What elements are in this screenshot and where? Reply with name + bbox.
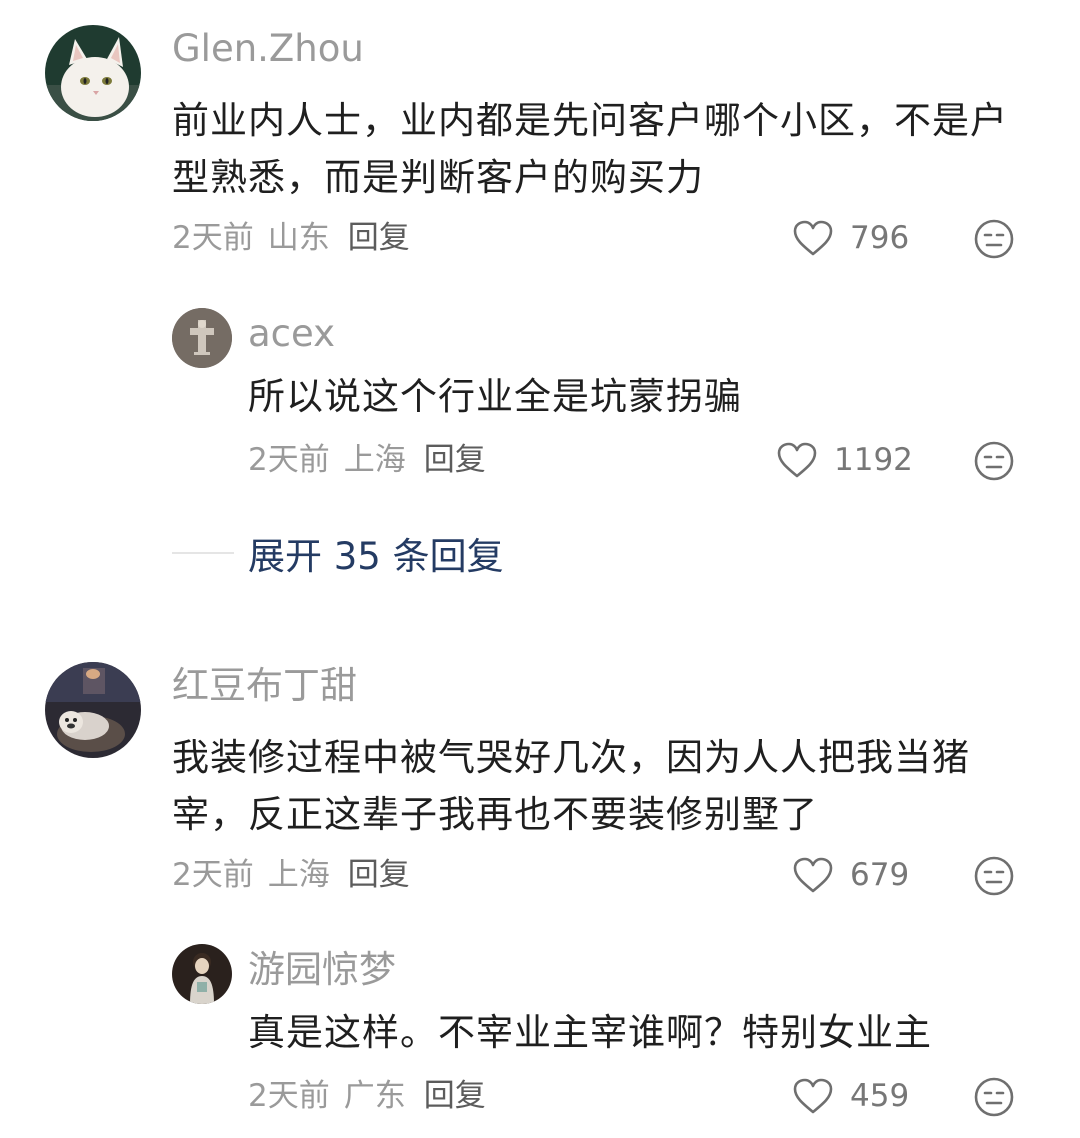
comment-text: 前业内人士，业内都是先问客户哪个小区，不是户型熟悉，而是判断客户的购买力 <box>172 99 1008 199</box>
reply-location: 广东 <box>343 1078 406 1114</box>
comment-username[interactable]: 红豆布丁甜 <box>172 664 357 708</box>
reply-meta: 2天前 上海 回复 <box>248 440 500 480</box>
comment-location: 上海 <box>267 857 330 893</box>
neutral-face-icon[interactable] <box>973 218 1015 264</box>
neutral-face-icon[interactable] <box>973 440 1015 486</box>
comment-text: 我装修过程中被气哭好几次，因为人人把我当猪宰，反正这辈子我再也不要装修别墅了 <box>172 736 970 836</box>
reply-username[interactable]: acex <box>248 312 335 356</box>
avatar[interactable] <box>172 308 232 368</box>
like-button[interactable]: 679 <box>792 853 909 897</box>
comment-time: 2天前 <box>172 857 254 893</box>
expand-replies-button[interactable]: 展开 35 条回复 <box>172 530 504 578</box>
expand-replies-label: 展开 35 条回复 <box>248 535 504 578</box>
heart-outline-icon <box>793 220 833 256</box>
like-count: 679 <box>850 857 910 893</box>
heart-outline-icon <box>793 857 833 893</box>
avatar[interactable] <box>45 25 141 121</box>
comment-location: 山东 <box>267 220 330 256</box>
comment-meta: 2天前 上海 回复 <box>172 855 424 895</box>
reply-username[interactable]: 游园惊梦 <box>248 948 396 992</box>
heart-outline-icon <box>793 1078 833 1114</box>
reply-button[interactable]: 回复 <box>424 1078 486 1114</box>
comment-username[interactable]: Glen.Zhou <box>172 27 364 71</box>
divider <box>172 552 234 554</box>
like-count: 1192 <box>834 442 913 478</box>
comment-time: 2天前 <box>172 220 254 256</box>
avatar[interactable] <box>45 662 141 758</box>
like-count: 796 <box>850 220 910 256</box>
like-count: 459 <box>850 1078 910 1114</box>
reply-meta: 2天前 广东 回复 <box>248 1076 500 1116</box>
neutral-face-icon[interactable] <box>973 1076 1015 1122</box>
comment-meta: 2天前 山东 回复 <box>172 218 424 258</box>
like-button[interactable]: 1192 <box>776 438 913 482</box>
avatar[interactable] <box>172 944 232 1004</box>
reply-button[interactable]: 回复 <box>348 220 410 256</box>
reply-text: 真是这样。不宰业主宰谁啊？特别女业主 <box>248 1011 932 1054</box>
heart-outline-icon <box>777 442 817 478</box>
reply-button[interactable]: 回复 <box>348 857 410 893</box>
neutral-face-icon[interactable] <box>973 855 1015 901</box>
reply-location: 上海 <box>343 442 406 478</box>
reply-text: 所以说这个行业全是坑蒙拐骗 <box>248 375 742 418</box>
reply-button[interactable]: 回复 <box>424 442 486 478</box>
reply-time: 2天前 <box>248 1078 330 1114</box>
like-button[interactable]: 459 <box>792 1074 909 1118</box>
reply-time: 2天前 <box>248 442 330 478</box>
like-button[interactable]: 796 <box>792 216 909 260</box>
